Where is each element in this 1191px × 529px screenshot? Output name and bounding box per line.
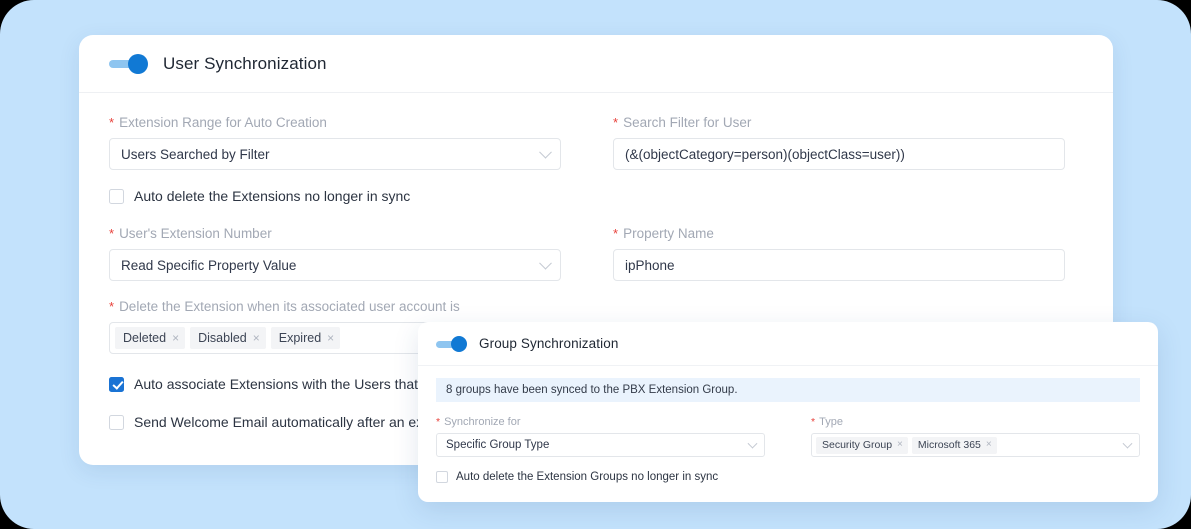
chevron-down-icon <box>1122 438 1133 449</box>
auto-delete-groups-checkbox-row[interactable]: Auto delete the Extension Groups no long… <box>436 471 1140 483</box>
tag-label: Expired <box>278 331 322 345</box>
group-synchronization-toggle[interactable] <box>436 335 468 352</box>
close-icon[interactable]: × <box>253 332 260 344</box>
chevron-down-icon <box>539 256 552 270</box>
required-asterisk: * <box>436 416 441 428</box>
auto-delete-groups-label: Auto delete the Extension Groups no long… <box>456 471 719 483</box>
tag-expired[interactable]: Expired × <box>270 327 341 349</box>
field-group-type: * Type Security Group × Microsoft 365 × <box>811 416 1140 457</box>
auto-delete-groups-checkbox[interactable] <box>436 471 448 483</box>
toggle-knob <box>128 53 148 74</box>
auto-delete-extensions-checkbox-row[interactable]: Auto delete the Extensions no longer in … <box>109 188 1083 204</box>
auto-delete-extensions-label: Auto delete the Extensions no longer in … <box>134 188 411 204</box>
auto-associate-checkbox[interactable] <box>109 376 124 392</box>
page-root: User Synchronization * Extension Range fo… <box>0 0 1191 529</box>
extension-range-label: * Extension Range for Auto Creation <box>109 115 327 130</box>
required-asterisk: * <box>613 115 619 130</box>
group-sync-header: Group Synchronization <box>418 322 1158 366</box>
send-welcome-email-checkbox[interactable] <box>109 414 124 430</box>
close-icon[interactable]: × <box>172 332 179 344</box>
field-search-filter: * Search Filter for User (&(objectCategor… <box>613 115 1065 170</box>
field-user-extension-number: * User's Extension Number Read Specific P… <box>109 226 561 281</box>
property-name-label: * Property Name <box>613 226 714 241</box>
tag-label: Security Group <box>822 439 893 451</box>
synchronize-for-label: * Synchronize for <box>436 416 521 428</box>
required-asterisk: * <box>109 226 115 241</box>
search-filter-label: * Search Filter for User <box>613 115 752 130</box>
search-filter-input[interactable]: (&(objectCategory=person)(objectClass=us… <box>613 138 1065 170</box>
close-icon[interactable]: × <box>897 440 903 450</box>
form-row-2: * User's Extension Number Read Specific P… <box>109 226 1083 281</box>
group-sync-title: Group Synchronization <box>479 336 619 351</box>
chevron-down-icon <box>539 145 552 159</box>
tag-disabled[interactable]: Disabled × <box>190 327 266 349</box>
tag-deleted[interactable]: Deleted × <box>115 327 186 349</box>
property-name-value: ipPhone <box>625 257 675 273</box>
group-synchronization-card: Group Synchronization 8 groups have been… <box>418 322 1158 502</box>
delete-extension-when-label: * Delete the Extension when its associate… <box>109 299 460 314</box>
group-sync-body: 8 groups have been synced to the PBX Ext… <box>418 366 1158 483</box>
group-form-row: * Synchronize for Specific Group Type * Ty… <box>436 416 1140 457</box>
required-asterisk: * <box>109 299 115 314</box>
required-asterisk: * <box>109 115 115 130</box>
synchronize-for-value: Specific Group Type <box>446 439 550 451</box>
tag-label: Disabled <box>198 331 247 345</box>
field-extension-range: * Extension Range for Auto Creation Users… <box>109 115 561 170</box>
user-extension-number-select[interactable]: Read Specific Property Value <box>109 249 561 281</box>
toggle-knob <box>451 335 467 352</box>
search-filter-value: (&(objectCategory=person)(objectClass=us… <box>625 146 905 162</box>
extension-range-value: Users Searched by Filter <box>121 146 270 162</box>
close-icon[interactable]: × <box>327 332 334 344</box>
user-extension-number-label: * User's Extension Number <box>109 226 272 241</box>
field-synchronize-for: * Synchronize for Specific Group Type <box>436 416 765 457</box>
sync-status-notice: 8 groups have been synced to the PBX Ext… <box>436 378 1140 402</box>
auto-associate-label: Auto associate Extensions with the Users… <box>134 376 437 392</box>
extension-range-select[interactable]: Users Searched by Filter <box>109 138 561 170</box>
required-asterisk: * <box>613 226 619 241</box>
chevron-down-icon <box>747 438 758 449</box>
tag-microsoft-365[interactable]: Microsoft 365 × <box>911 436 997 454</box>
group-type-multiselect[interactable]: Security Group × Microsoft 365 × <box>811 433 1140 457</box>
tag-label: Microsoft 365 <box>917 439 981 451</box>
user-extension-number-value: Read Specific Property Value <box>121 257 297 273</box>
user-sync-header: User Synchronization <box>79 35 1113 93</box>
required-asterisk: * <box>811 416 816 428</box>
group-type-label: * Type <box>811 416 843 428</box>
field-property-name: * Property Name ipPhone <box>613 226 1065 281</box>
tag-security-group[interactable]: Security Group × <box>816 436 908 454</box>
property-name-input[interactable]: ipPhone <box>613 249 1065 281</box>
synchronize-for-select[interactable]: Specific Group Type <box>436 433 765 457</box>
auto-delete-extensions-checkbox[interactable] <box>109 188 124 204</box>
send-welcome-email-label: Send Welcome Email automatically after a… <box>134 414 435 430</box>
form-row-1: * Extension Range for Auto Creation Users… <box>109 115 1083 170</box>
close-icon[interactable]: × <box>986 440 992 450</box>
user-synchronization-toggle[interactable] <box>109 53 149 74</box>
tag-label: Deleted <box>123 331 167 345</box>
page-title: User Synchronization <box>163 53 327 73</box>
